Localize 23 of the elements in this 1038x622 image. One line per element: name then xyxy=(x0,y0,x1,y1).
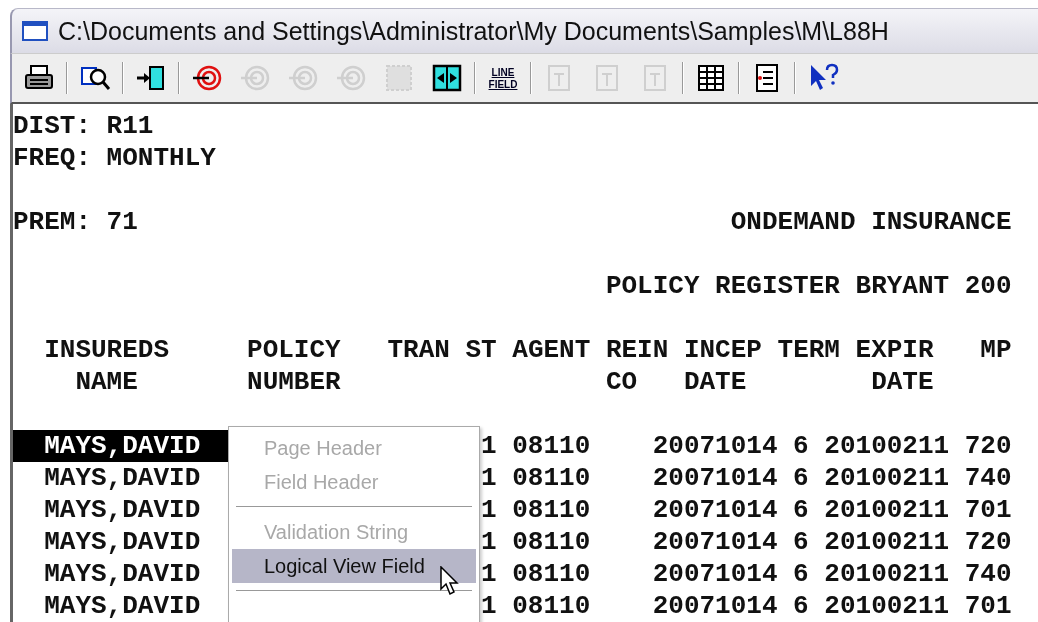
report-title: POLICY REGISTER BRYANT 200 xyxy=(605,271,1012,301)
menu-item[interactable]: Logical View Field xyxy=(232,549,476,583)
report-text: FREQ: MONTHLY xyxy=(13,142,217,174)
line-field-button[interactable]: LINE FIELD xyxy=(485,60,521,97)
name-field[interactable]: MAYS,DAVID xyxy=(13,462,232,494)
name-field[interactable]: MAYS,DAVID xyxy=(13,494,232,526)
report-text: DIST: R11 xyxy=(13,110,155,142)
record-text: 1 08110 20071014 6 20100211 720 xyxy=(481,430,1012,462)
name-field[interactable]: MAYS,DAVID xyxy=(13,526,232,558)
record-text: 1 08110 20071014 6 20100211 740 xyxy=(481,558,1012,590)
column-headers: INSUREDS POLICY TRAN ST AGENT REIN INCEP TERM EXPIR MP xyxy=(43,334,1013,366)
mouse-pointer-icon xyxy=(440,566,460,596)
record-text: 1 08110 20071014 6 20100211 740 xyxy=(481,462,1012,494)
window-icon xyxy=(22,21,48,42)
record-text: 1 08110 20071014 6 20100211 720 xyxy=(481,526,1012,558)
record-text: 1 08110 20071014 6 20100211 701 xyxy=(481,494,1012,526)
column-headers: NAME NUMBER CO DATE DATE xyxy=(74,366,935,398)
company-name: ONDEMAND INSURANCE xyxy=(730,206,1012,238)
name-field[interactable]: MAYS,DAVID xyxy=(13,590,232,622)
name-field[interactable]: MAYS,DAVID xyxy=(13,558,232,590)
record-text: 1 08110 20071014 6 20100211 701 xyxy=(481,590,1012,622)
report-text: PREM: 71 xyxy=(13,206,138,238)
window-title: C:\Documents and Settings\Administrator\My Documents\Samples\M\L88H xyxy=(58,16,889,46)
